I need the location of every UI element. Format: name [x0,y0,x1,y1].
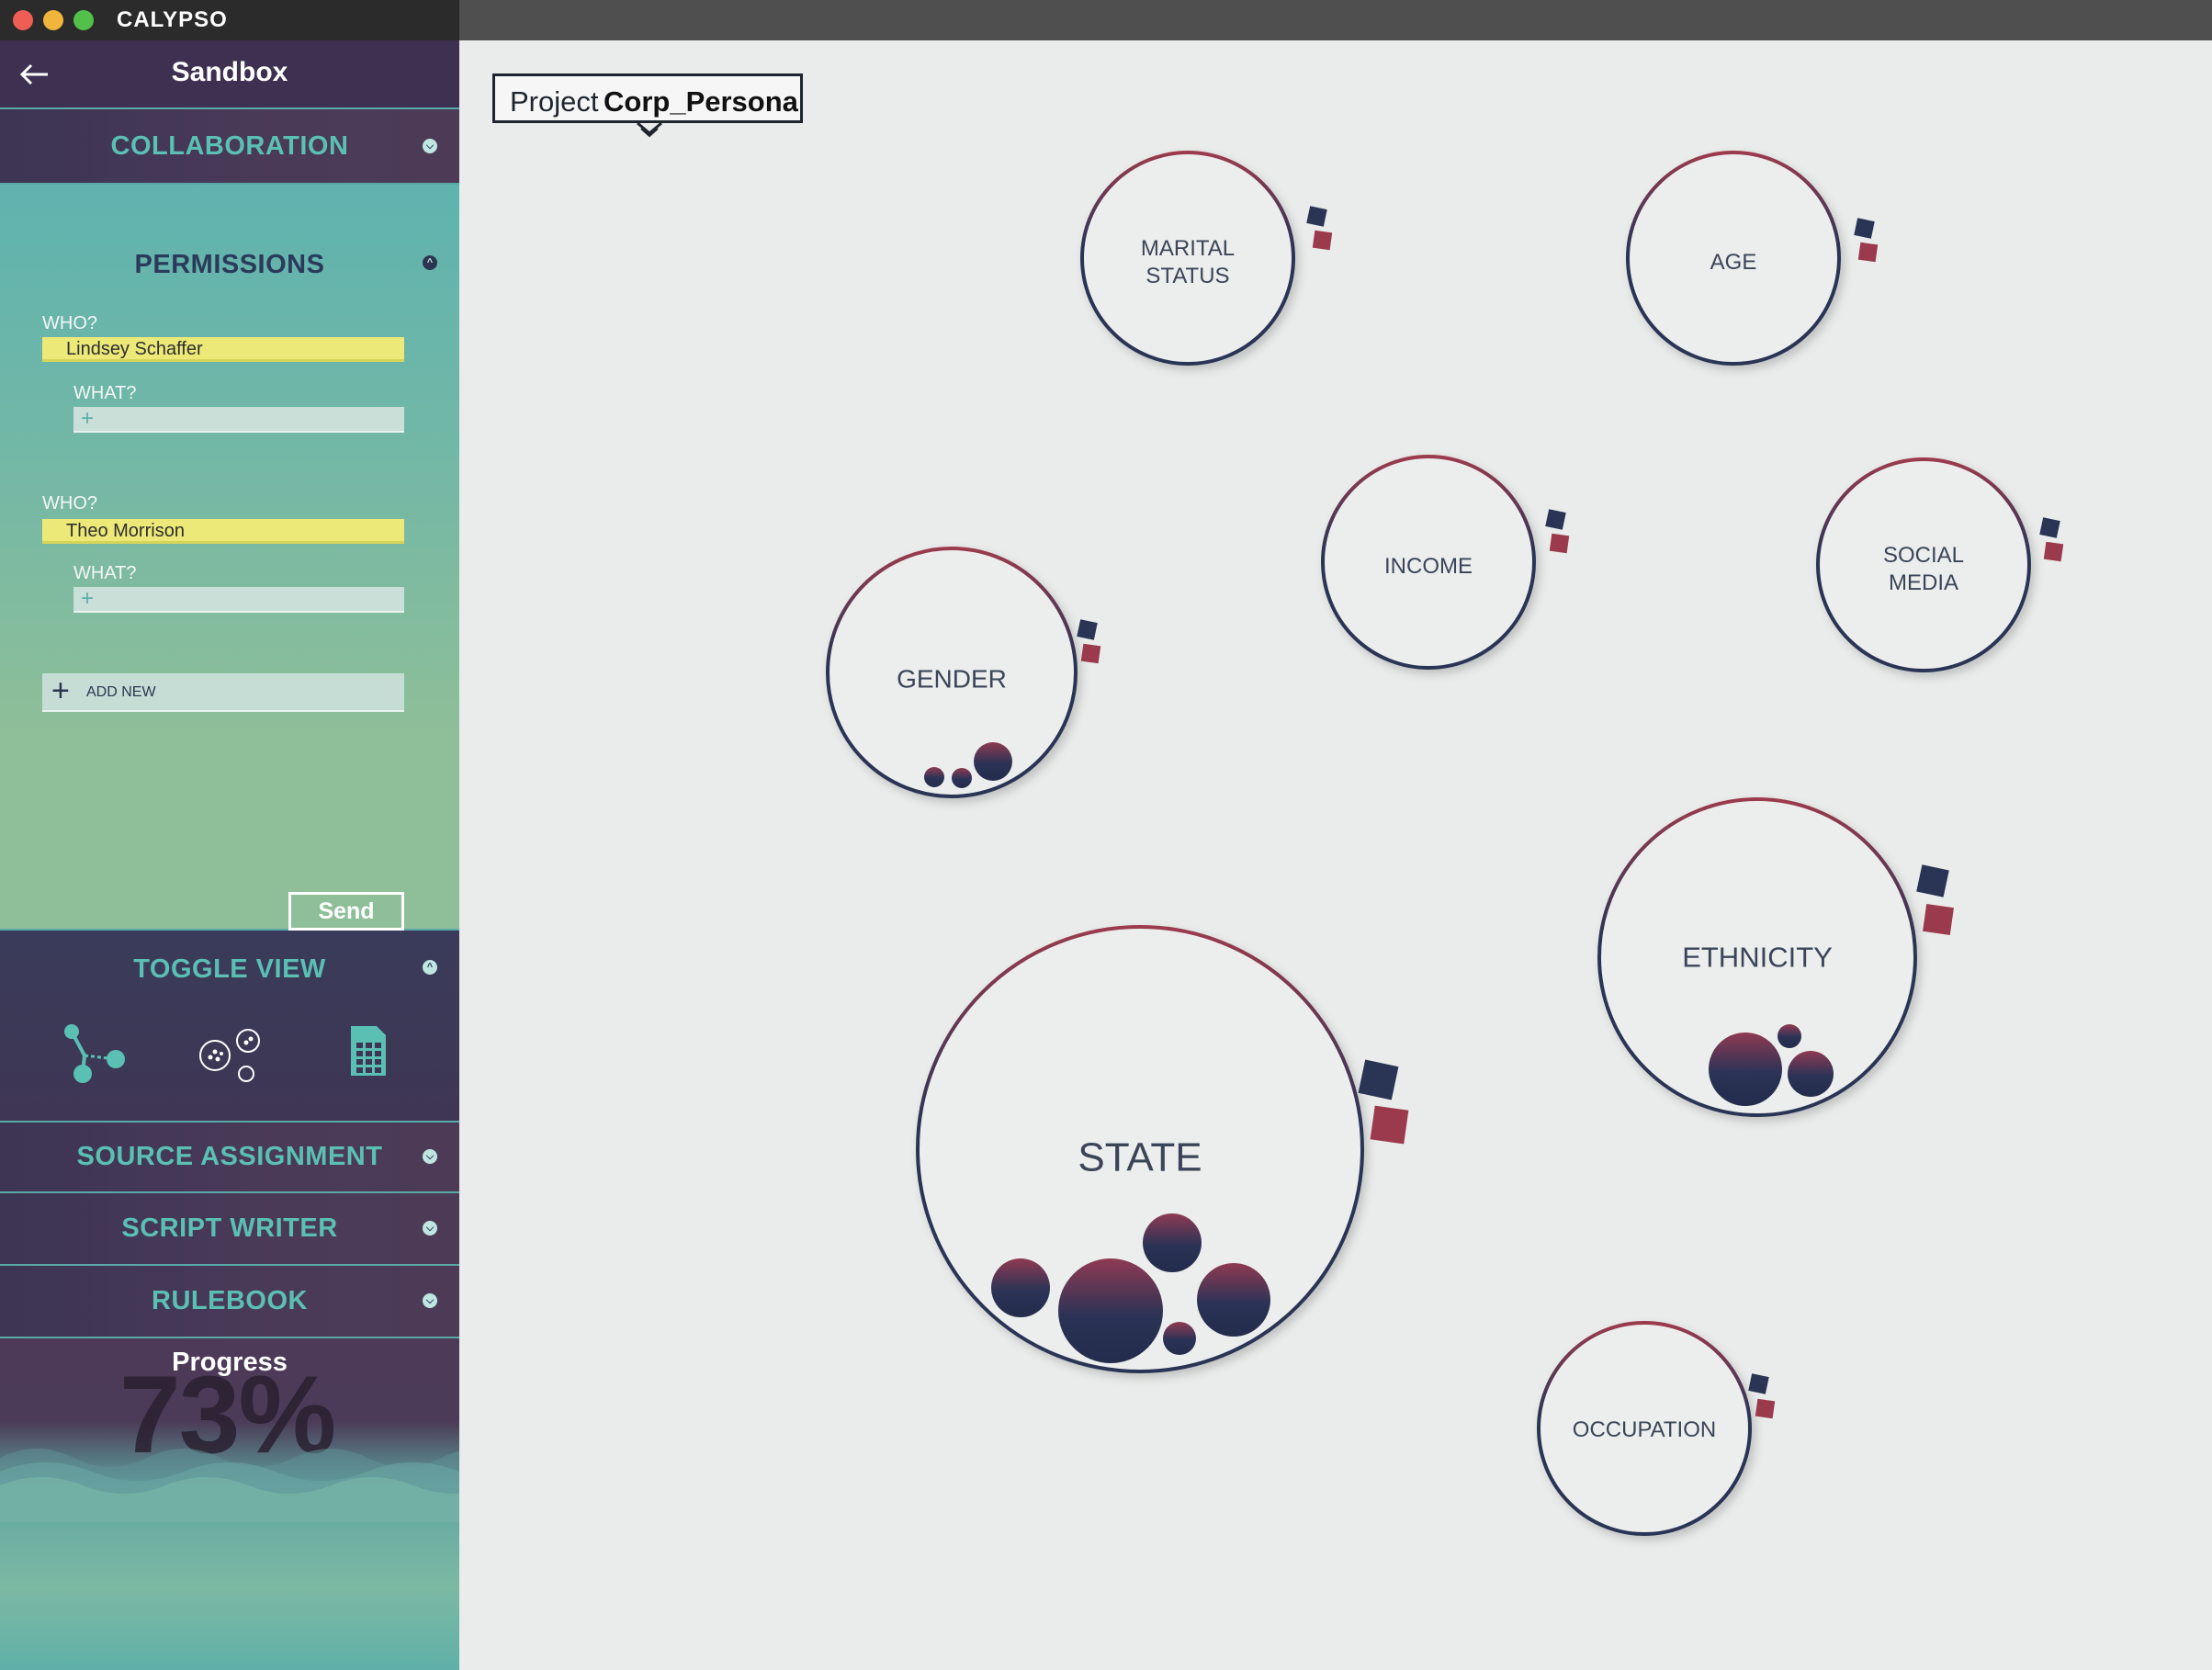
node-handle-red[interactable] [1312,230,1333,251]
node-handle-red[interactable] [1755,1398,1776,1419]
node-label-ethnicity: ETHNICITY [1682,941,1833,974]
sub-bubble[interactable] [1788,1051,1834,1097]
node-handle-navy[interactable] [1854,218,1875,239]
sub-bubble[interactable] [991,1258,1050,1317]
node-label-social-media: SOCIAL MEDIA [1882,543,1965,595]
node-handle-navy[interactable] [1545,509,1566,530]
sub-bubble[interactable] [1709,1032,1782,1106]
node-label-occupation: OCCUPATION [1572,1417,1717,1442]
sub-bubble[interactable] [1143,1213,1202,1272]
node-label-age: AGE [1710,250,1757,275]
node-handle-navy[interactable] [1358,1059,1399,1100]
node-graph [826,151,2064,1536]
node-handle-navy[interactable] [1077,619,1098,640]
node-handle-navy[interactable] [1748,1373,1769,1394]
node-label-state: STATE [1078,1134,1202,1180]
node-handle-red[interactable] [1923,904,1954,935]
sub-bubble[interactable] [1058,1258,1163,1363]
sub-bubble[interactable] [1163,1322,1196,1355]
sub-bubble[interactable] [1197,1263,1270,1337]
node-handle-navy[interactable] [1916,864,1949,897]
node-handle-red[interactable] [1549,533,1570,554]
sub-bubble[interactable] [974,742,1012,781]
node-handle-red[interactable] [2043,541,2064,562]
node-handle-navy[interactable] [2039,517,2060,538]
node-handle-navy[interactable] [1306,206,1327,227]
sub-bubble[interactable] [952,768,972,788]
node-label-marital-status: MARITAL STATUS [1140,236,1236,288]
sub-bubble[interactable] [1778,1024,1801,1048]
sub-bubble[interactable] [924,767,944,787]
node-handle-red[interactable] [1080,643,1101,664]
node-label-gender: GENDER [897,664,1007,694]
node-handle-red[interactable] [1857,242,1879,263]
node-handle-red[interactable] [1370,1105,1409,1145]
node-label-income: INCOME [1384,554,1473,579]
